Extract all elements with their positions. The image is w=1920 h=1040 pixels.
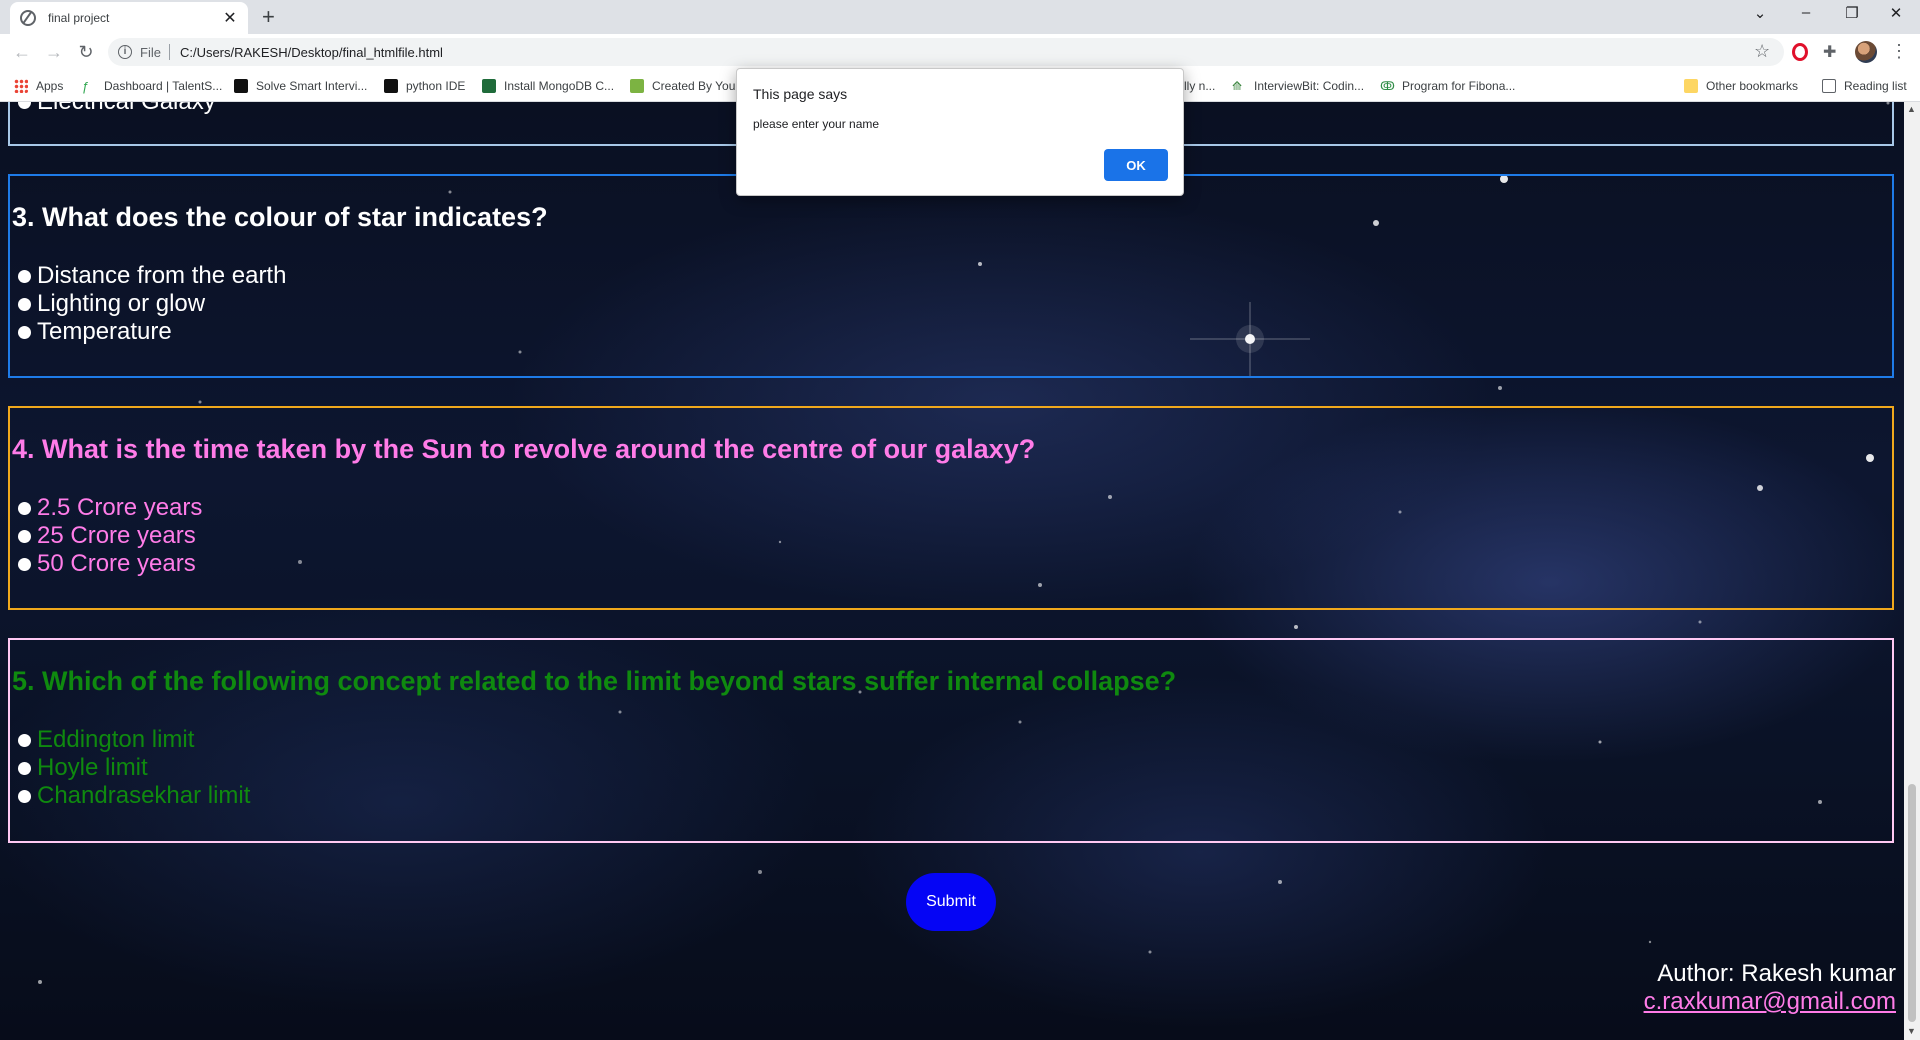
created-icon [630,79,644,93]
option-eddington[interactable]: Eddington limit [12,726,194,754]
dialog-title: This page says [753,86,848,102]
submit-button[interactable]: Submit [906,873,996,931]
tab-title: final project [48,11,110,25]
scroll-down-icon[interactable]: ▼ [1907,1026,1916,1036]
radio-button[interactable] [18,102,31,109]
option-50-crore[interactable]: 50 Crore years [12,550,196,578]
bookmark-mongodb[interactable]: Install MongoDB C... [482,79,614,93]
new-tab-button[interactable]: + [262,6,275,28]
tab-strip: final project ✕ + ⌄ – ❐ ✕ [0,0,1920,34]
radio-button[interactable] [18,733,31,747]
dialog-ok-button[interactable]: OK [1104,149,1168,181]
radio-button[interactable] [18,325,31,339]
folder-icon [1684,79,1698,93]
author-email-link[interactable]: c.raxkumar@gmail.com [1644,988,1896,1016]
radio-button[interactable] [18,529,31,543]
tab-search-icon[interactable]: ⌄ [1740,4,1780,22]
question-4-title: 4. What is the time taken by the Sun to … [12,434,1036,464]
address-divider [168,44,170,60]
page-viewport: Electrical Galaxy 3. What does the colou… [0,102,1904,1040]
bookmark-apps[interactable]: Apps [14,79,63,93]
python-ide-icon [384,79,398,93]
reload-icon[interactable]: ↻ [74,41,98,63]
option-distance[interactable]: Distance from the earth [12,262,286,290]
option-temperature[interactable]: Temperature [12,318,172,346]
interview-icon [234,79,248,93]
author-credit: Author: Rakesh kumar [1657,960,1896,987]
bookmark-star-icon[interactable]: ☆ [1754,41,1770,62]
reading-list[interactable]: Reading list [1822,79,1907,93]
option-2-5-crore[interactable]: 2.5 Crore years [12,494,202,522]
radio-button[interactable] [18,789,31,803]
bookmark-solve-smart[interactable]: Solve Smart Intervi... [234,79,367,93]
restore-icon[interactable]: ❐ [1832,4,1872,22]
alert-dialog: This page says please enter your name OK [736,68,1184,196]
option-lighting[interactable]: Lighting or glow [12,290,205,318]
minimize-icon[interactable]: – [1786,4,1826,21]
bookmark-created-by-you[interactable]: Created By You [630,79,735,93]
gfg-icon: ↂ [1380,79,1395,93]
bookmark-fibonacci[interactable]: ↂ Program for Fibona... [1380,79,1515,93]
dialog-message: please enter your name [753,117,880,131]
bookmark-dashboard[interactable]: ƒ Dashboard | TalentS... [82,79,222,94]
radio-button[interactable] [18,297,31,311]
close-tab-icon[interactable]: ✕ [222,8,238,28]
scrollbar-thumb[interactable] [1908,784,1916,1022]
radio-button[interactable] [18,269,31,283]
radio-button[interactable] [18,501,31,515]
option-chandrasekhar[interactable]: Chandrasekhar limit [12,782,250,810]
option-electrical-galaxy[interactable]: Electrical Galaxy [12,102,216,116]
address-bar[interactable]: i File C:/Users/RAKESH/Desktop/final_htm… [108,38,1784,66]
interviewbit-icon: ⟰ [1232,79,1243,93]
info-icon[interactable]: i [118,45,132,59]
bookmark-python-ide[interactable]: python IDE [384,79,465,93]
close-window-icon[interactable]: ✕ [1876,4,1916,22]
reading-list-icon [1822,79,1836,93]
question-3-title: 3. What does the colour of star indicate… [12,202,548,232]
address-url[interactable]: C:/Users/RAKESH/Desktop/final_htmlfile.h… [180,45,443,60]
tab-final-project[interactable]: final project ✕ [10,2,248,34]
address-scheme: File [140,44,161,60]
opera-extension-icon[interactable] [1792,43,1808,61]
question-5-title: 5. Which of the following concept relate… [12,666,1177,696]
bookmark-interviewbit[interactable]: ⟰ InterviewBit: Codin... [1232,79,1364,93]
menu-kebab-icon[interactable]: ⋮ [1890,41,1908,62]
talent-icon: ƒ [82,79,90,94]
mongodb-icon [482,79,496,93]
option-25-crore[interactable]: 25 Crore years [12,522,196,550]
radio-button[interactable] [18,557,31,571]
profile-avatar[interactable] [1855,41,1877,63]
question-4-box: 4. What is the time taken by the Sun to … [8,406,1894,610]
other-bookmarks[interactable]: Other bookmarks [1684,79,1798,93]
question-3-box: 3. What does the colour of star indicate… [8,174,1894,378]
browser-toolbar: ← → ↻ i File C:/Users/RAKESH/Desktop/fin… [0,34,1920,70]
extensions-puzzle-icon[interactable]: ✚ [1823,42,1841,61]
globe-icon [20,10,36,26]
apps-grid-icon [14,79,28,93]
option-hoyle[interactable]: Hoyle limit [12,754,148,782]
question-5-box: 5. Which of the following concept relate… [8,638,1894,843]
vertical-scrollbar[interactable]: ▲ ▼ [1904,102,1920,1040]
scroll-up-icon[interactable]: ▲ [1907,104,1916,114]
bookmark-partial[interactable]: lly n... [1184,79,1215,93]
back-icon[interactable]: ← [10,41,34,63]
forward-icon[interactable]: → [42,41,66,63]
radio-button[interactable] [18,761,31,775]
